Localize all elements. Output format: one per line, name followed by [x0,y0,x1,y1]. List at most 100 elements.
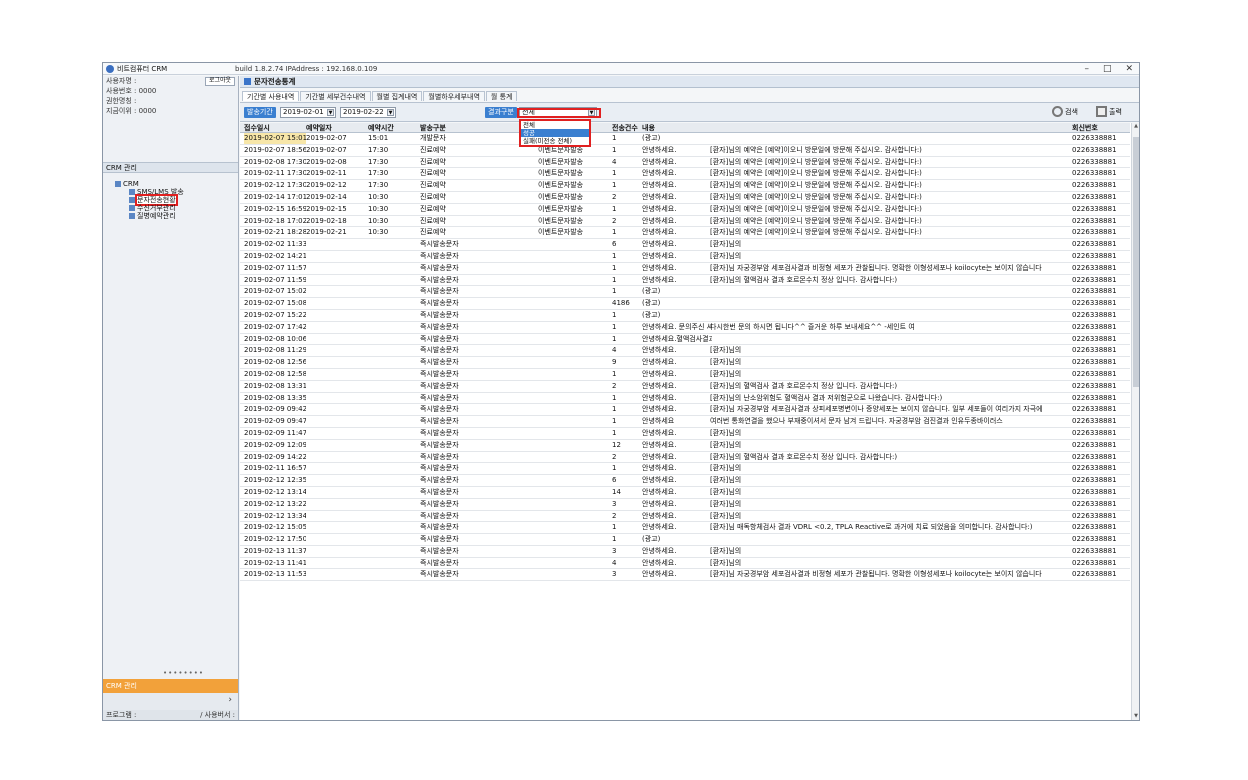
cell-count: 1 [612,464,617,473]
status-program: 프로그램 : [106,711,137,719]
date-from-picker[interactable]: 2019-02-01 ▼ [280,107,336,118]
window-icon [244,78,251,85]
dropdown-option-failed[interactable]: 실패(미전송 전체) [521,137,589,145]
print-button[interactable]: 출력 [1096,106,1122,117]
table-row[interactable]: 2019-02-08 12:58:23 즉시발송문자 1 안녕하세요. [환자]님의 02… [240,369,1130,381]
col-header-reserve-date[interactable]: 예약일자 [306,123,366,133]
tree-item-reject-manage[interactable]: 수신거부관리 [107,204,184,212]
cell-reply-number: 0226338881 [1072,452,1117,461]
table-row[interactable]: 2019-02-08 17:30:112019-02-08 17:30 진료예약 이벤… [240,157,1130,169]
table-row[interactable]: 2019-02-09 12:09:19 즉시발송문자 12 안녕하세요. [환자]님의 0… [240,440,1130,452]
tree-item-sms-send[interactable]: SMS/LMS 발송 [107,188,184,196]
cell-send-type: 즉시발송문자 [420,251,459,260]
table-row[interactable]: 2019-02-18 17:02:152019-02-18 10:30 진료예약 이벤… [240,216,1130,228]
date-to-picker[interactable]: 2019-02-22 ▼ [340,107,396,118]
cell-send-type: 즉시발송문자 [420,558,459,567]
table-row[interactable]: 2019-02-11 17:30:112019-02-11 17:30 진료예약 이벤… [240,168,1130,181]
table-row[interactable]: 2019-02-09 09:47:14 즉시발송문자 1 안녕하세요 여러번 통화연결을… [240,416,1130,428]
tab-period-detail[interactable]: 기간별 세부건수내역 [300,91,371,101]
chevron-down-icon[interactable]: ▼ [327,109,334,116]
logout-button[interactable]: 로그아웃 [205,77,235,86]
table-row[interactable]: 2019-02-08 13:35:57 즉시발송문자 1 안녕하세요. [환자]님의 난… [240,393,1130,405]
cell-send-type: 즉시발송문자 [420,487,459,496]
table-row[interactable]: 2019-02-13 11:53:07 즉시발송문자 3 안녕하세요. [환자]님 자궁… [240,569,1130,582]
table-row[interactable]: 2019-02-21 18:28:292019-02-21 10:30 진료예약 이벤… [240,227,1130,240]
tree-item-sms-status[interactable]: 문자전송현황 [107,194,184,206]
minimize-button[interactable]: – [1084,64,1089,74]
table-row[interactable]: 2019-02-07 17:42:50 즉시발송문자 1 안녕하세요. 문의주신 사항… [240,322,1130,334]
tab-monthly-stats[interactable]: 월 통계 [485,91,518,101]
sidebar-panel-header[interactable]: CRM 관리 [103,162,238,173]
table-row[interactable]: 2019-02-08 10:06:59 즉시발송문자 1 안녕하세요.혈액검사결과 비… [240,334,1130,346]
table-row[interactable]: 2019-02-07 15:01:032019-02-07 15:01 개발문자 1 (… [240,133,1130,145]
col-header-received[interactable]: 접수일시 [244,123,306,133]
dropdown-option-success[interactable]: 성공 [521,129,589,137]
cell-event: 이벤트문자발송 [538,228,584,237]
tab-monthly-detail[interactable]: 월별하우세부내역 [423,91,485,101]
col-header-reserve-time[interactable]: 예약시간 [368,123,414,133]
table-row[interactable]: 2019-02-08 11:29:54 즉시발송문자 4 안녕하세요. [환자]님의 02… [240,345,1130,358]
table-row[interactable]: 2019-02-07 18:56:512019-02-0717:30진료예약이벤… [240,145,1130,157]
cell-received: 2019-02-09 11:47:19 [244,428,306,437]
dropdown-option-all[interactable]: 전체 [521,121,589,129]
table-row[interactable]: 2019-02-13 11:37:55 즉시발송문자 3 안녕하세요. [환자]님의 02… [240,546,1130,558]
table-row[interactable]: 2019-02-07 11:57:40 즉시발송문자 1 안녕하세요. [환자]님 자궁… [240,263,1130,275]
table-row[interactable]: 2019-02-11 16:57:49 즉시발송문자 1 안녕하세요. [환자]님의 02… [240,463,1130,476]
main-panel: 문자전송통계 기간별 사용내역 기간별 세부건수내역 월별 집계내역 월별하우세… [240,76,1139,720]
vertical-scrollbar[interactable]: ▲ ▼ [1131,123,1139,720]
maximize-button[interactable]: □ [1103,64,1112,74]
scroll-down-icon[interactable]: ▼ [1132,713,1139,720]
table-row[interactable]: 2019-02-12 17:50:58 즉시발송문자 1 (광고) 0226338881 [240,534,1130,546]
table-row[interactable]: 2019-02-12 17:30:112019-02-12 17:30 진료예약 이벤… [240,180,1130,192]
table-row[interactable]: 2019-02-07 15:22:16 즉시발송문자 1 (광고) 0226338881 [240,310,1130,322]
table-row[interactable]: 2019-02-09 11:47:19 즉시발송문자 1 안녕하세요. [환자]님의 02… [240,428,1130,440]
chevron-down-icon[interactable]: ▼ [387,109,394,116]
chevron-right-icon[interactable]: › [228,695,232,705]
table-row[interactable]: 2019-02-07 11:59:23 즉시발송문자 1 안녕하세요. [환자]님의 혈… [240,275,1130,287]
cell-content: 안녕하세요. [642,204,677,213]
table-row[interactable]: 2019-02-09 09:42:35 즉시발송문자 1 안녕하세요. [환자]님 자궁… [240,404,1130,417]
table-row[interactable]: 2019-02-12 13:22:07 즉시발송문자 3 안녕하세요. [환자]님의 02… [240,499,1130,511]
cell-received: 2019-02-07 18:56:51 [244,145,306,154]
table-row[interactable]: 2019-02-02 14:21:00 즉시발송문자 1 안녕하세요. [환자]님의 02… [240,251,1130,263]
cell-count: 1 [612,334,617,343]
table-row[interactable]: 2019-02-08 13:31:24 즉시발송문자 2 안녕하세요. [환자]님의 혈… [240,381,1130,393]
cell-message: [환자]님 자궁경부암 세포검사결과 비정형 세포가 관찰됩니다. 명확한 이형… [710,263,1042,272]
cell-send-type: 즉시발송문자 [420,299,459,308]
crm-section-button[interactable]: CRM 관리 [103,679,238,693]
col-header-reply-number[interactable]: 회신번호 [1072,123,1128,133]
cell-received: 2019-02-07 15:08:11 [244,299,306,308]
table-row[interactable]: 2019-02-15 16:59:212019-02-15 10:30 진료예약 이벤… [240,204,1130,216]
cell-content: 안녕하세요. [642,499,677,508]
table-row[interactable]: 2019-02-12 15:05:20 즉시발송문자 1 안녕하세요. [환자]님 매독… [240,522,1130,535]
scroll-thumb[interactable] [1133,137,1139,387]
col-header-content[interactable]: 내용 [642,123,742,133]
cell-content: 안녕하세요. [642,346,677,355]
table-row[interactable]: 2019-02-07 15:08:11 즉시발송문자 4186 (광고) 0226338… [240,298,1130,310]
result-type-select[interactable]: 전체 ▼ [519,107,597,118]
table-row[interactable]: 2019-02-12 13:14:57 즉시발송문자 14 안녕하세요. [환자]님의 0… [240,487,1130,499]
splitter-grip[interactable]: •••••••• [163,669,204,677]
search-button[interactable]: 검색 [1052,106,1078,117]
tree-item-disease-reserve[interactable]: 질병예약관리 [107,212,184,220]
table-row[interactable]: 2019-02-09 14:22:45 즉시발송문자 2 안녕하세요. [환자]님의 혈… [240,452,1130,464]
tab-monthly-summary[interactable]: 월별 집계내역 [371,91,423,101]
table-row[interactable]: 2019-02-14 17:01:332019-02-14 10:30 진료예약 이벤… [240,192,1130,204]
table-row[interactable]: 2019-02-02 11:33:03 즉시발송문자 6 안녕하세요. [환자]님의 02… [240,239,1130,251]
table-row[interactable]: 2019-02-13 11:41:12 즉시발송문자 4 안녕하세요. [환자]님의 02… [240,558,1130,570]
cell-count: 1 [612,134,617,142]
table-row[interactable]: 2019-02-08 12:56:42 즉시발송문자 9 안녕하세요. [환자]님의 02… [240,357,1130,369]
col-header-send-type[interactable]: 발송구분 [420,123,480,133]
chevron-down-icon[interactable]: ▼ [588,109,595,116]
cell-received: 2019-02-12 17:30:11 [244,181,306,190]
table-row[interactable]: 2019-02-12 12:35:54 즉시발송문자 6 안녕하세요. [환자]님의 02… [240,475,1130,487]
close-button[interactable]: ✕ [1125,64,1133,74]
cell-received: 2019-02-13 11:41:12 [244,558,306,567]
scroll-up-icon[interactable]: ▲ [1132,123,1139,131]
cell-message: [환자]님의 혈액검사 결과 호르몬수치 정상 입니다. 감사합니다:) [710,275,898,284]
table-row[interactable]: 2019-02-12 13:34:28 즉시발송문자 2 안녕하세요. [환자]님의 02… [240,511,1130,523]
cell-reply-number: 0226338881 [1072,204,1117,213]
tree-item-crm[interactable]: CRM [107,180,184,188]
tab-period-usage[interactable]: 기간별 사용내역 [242,91,300,101]
table-row[interactable]: 2019-02-07 15:02:48 즉시발송문자 1 (광고) 0226338881 [240,286,1130,299]
